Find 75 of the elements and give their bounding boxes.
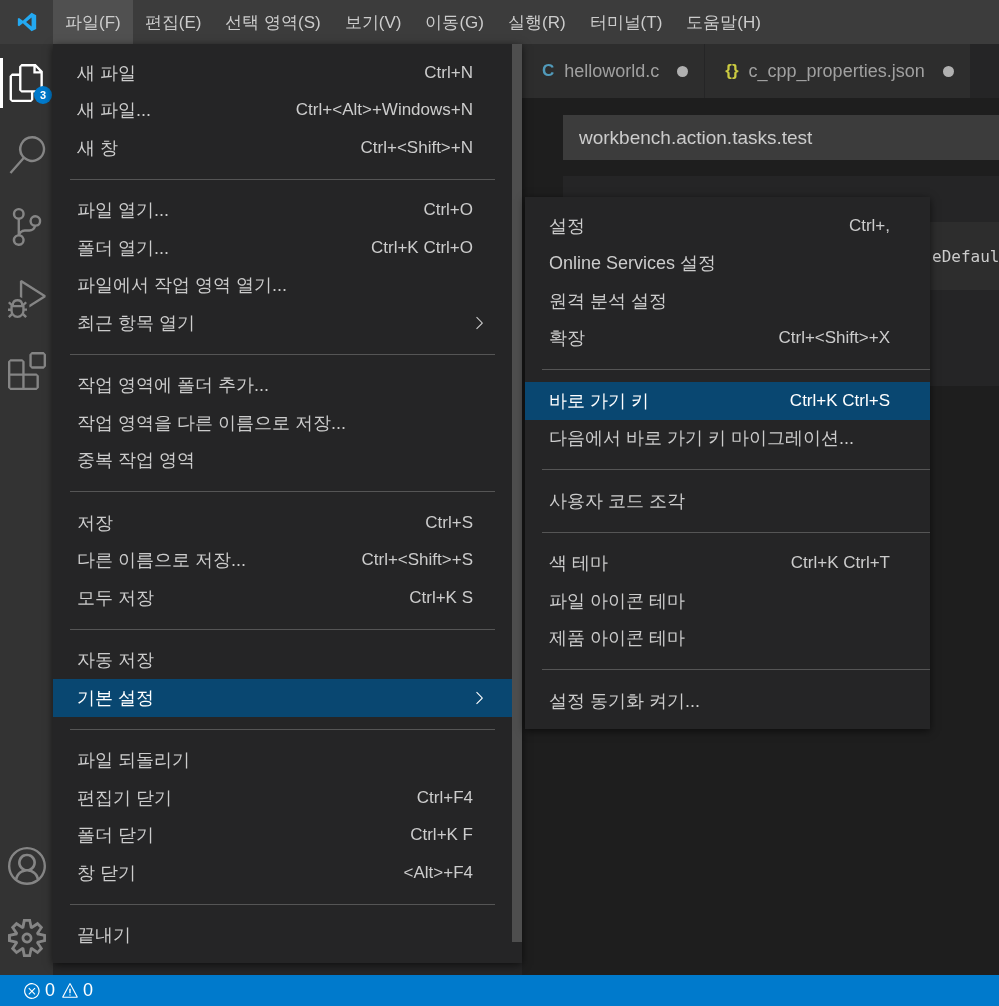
files-icon — [7, 64, 46, 102]
menu-item[interactable]: 제품 아이콘 테마 — [525, 619, 930, 657]
menu-bar-item[interactable]: 이동(G) — [413, 0, 496, 44]
shortcut-label: Ctrl+, — [848, 215, 890, 236]
shortcut-label: Ctrl+F4 — [416, 787, 473, 808]
shortcut-label: Ctrl+N — [424, 62, 473, 83]
menu-bar-item[interactable]: 도움말(H) — [674, 0, 773, 44]
account-icon — [7, 847, 46, 885]
menu-item[interactable]: 폴더 닫기 Ctrl+K F — [53, 816, 512, 854]
menu-item[interactable]: 확장 Ctrl+<Shift>+X — [525, 319, 930, 357]
menu-item[interactable]: 작업 영역을 다른 이름으로 저장... — [53, 404, 512, 442]
menu-bar-item[interactable]: 터미널(T) — [577, 0, 675, 44]
shortcut-label: Ctrl+K F — [410, 825, 473, 846]
command-input[interactable]: workbench.action.tasks.test — [563, 115, 999, 160]
shortcut-label: Ctrl+S — [425, 512, 473, 533]
shortcut-label: Ctrl+<Shift>+X — [778, 328, 890, 349]
shortcut-label: Ctrl+K Ctrl+S — [789, 390, 890, 411]
shortcut-label: <Alt>+F4 — [403, 862, 473, 883]
menu-bar-item[interactable]: 편집(E) — [132, 0, 214, 44]
menu-item[interactable]: 사용자 코드 조각 — [525, 482, 930, 520]
menu-item[interactable]: 원격 분석 설정 — [525, 282, 930, 320]
error-icon — [23, 981, 41, 1000]
warning-icon — [61, 981, 79, 1000]
search-icon — [7, 136, 46, 174]
count-badge: 3 — [34, 86, 52, 104]
menu-item[interactable]: 작업 영역에 폴더 추가... — [53, 366, 512, 404]
shortcut-label: Ctrl+<Shift>+N — [360, 137, 473, 158]
editor-tab[interactable]: {} c_cpp_properties.json — [705, 44, 971, 98]
menu-item[interactable]: 다른 이름으로 저장... Ctrl+<Shift>+S — [53, 541, 512, 579]
menu-item[interactable]: Online Services 설정 — [525, 244, 930, 282]
menu-item[interactable]: 파일 되돌리기 — [53, 741, 512, 779]
menu-item[interactable]: 파일 열기... Ctrl+O — [53, 191, 512, 229]
bug-play-icon — [7, 280, 46, 318]
menu-bar-item[interactable]: 파일(F) — [53, 0, 133, 44]
warnings-indicator[interactable]: 0 — [61, 980, 94, 1001]
activity-item[interactable]: 3 — [0, 58, 50, 108]
tab-label: helloworld.c — [564, 60, 660, 82]
menu-item[interactable]: 저장 Ctrl+S — [53, 504, 512, 542]
shortcut-label: Ctrl+O — [423, 200, 473, 221]
menu-item[interactable]: 중복 작업 영역 — [53, 441, 512, 479]
menu-item[interactable]: 폴더 열기... Ctrl+K Ctrl+O — [53, 229, 512, 267]
menu-item[interactable]: 자동 저장 — [53, 641, 512, 679]
menu-item[interactable]: 바로 가기 키 Ctrl+K Ctrl+S — [525, 382, 930, 420]
menu-item[interactable]: 창 닫기 <Alt>+F4 — [53, 854, 512, 892]
menu-item[interactable]: 파일 아이콘 테마 — [525, 582, 930, 620]
menu-item[interactable]: 모두 저장 Ctrl+K S — [53, 579, 512, 617]
menu-bar-item[interactable]: 선택 영역(S) — [213, 0, 333, 44]
file-type-icon: {} — [725, 61, 739, 81]
menu-item[interactable]: 최근 항목 열기 — [53, 304, 512, 342]
menu-item[interactable]: 다음에서 바로 가기 키 마이그레이션... — [525, 419, 930, 457]
settings-icon — [7, 919, 46, 957]
menu-item[interactable]: 설정 동기화 켜기... — [525, 682, 930, 720]
menu-item[interactable]: 새 파일... Ctrl+<Alt>+Windows+N — [53, 91, 512, 129]
shortcut-label: Ctrl+K S — [409, 587, 473, 608]
menu-item[interactable]: 새 창 Ctrl+<Shift>+N — [53, 129, 512, 167]
shortcut-label: Ctrl+<Shift>+S — [361, 550, 473, 571]
menu-item[interactable]: 끝내기 — [53, 916, 512, 954]
shortcut-label: Ctrl+K Ctrl+T — [790, 553, 890, 574]
menu-bar-item[interactable]: 보기(V) — [332, 0, 414, 44]
menu-item[interactable]: 색 테마 Ctrl+K Ctrl+T — [525, 544, 930, 582]
shortcut-label: Ctrl+K Ctrl+O — [370, 237, 473, 258]
editor-tab[interactable]: C helloworld.c — [522, 44, 706, 98]
shortcut-label: Ctrl+<Alt>+Windows+N — [295, 100, 473, 121]
tab-label: c_cpp_properties.json — [748, 60, 925, 82]
app-logo[interactable] — [15, 11, 38, 33]
menu-item[interactable]: 기본 설정 — [53, 679, 512, 717]
menu-item[interactable]: 설정 Ctrl+, — [525, 207, 930, 245]
menu-item[interactable]: 파일에서 작업 영역 열기... — [53, 266, 512, 304]
file-type-icon: C — [542, 61, 555, 81]
menu-bar-item[interactable]: 실행(R) — [496, 0, 578, 44]
menu-item[interactable]: 편집기 닫기 Ctrl+F4 — [53, 779, 512, 817]
scrollbar[interactable] — [512, 44, 522, 942]
menu-item[interactable]: 새 파일 Ctrl+N — [53, 54, 512, 92]
errors-indicator[interactable]: 0 — [23, 980, 55, 1001]
blocks-icon — [7, 352, 46, 390]
